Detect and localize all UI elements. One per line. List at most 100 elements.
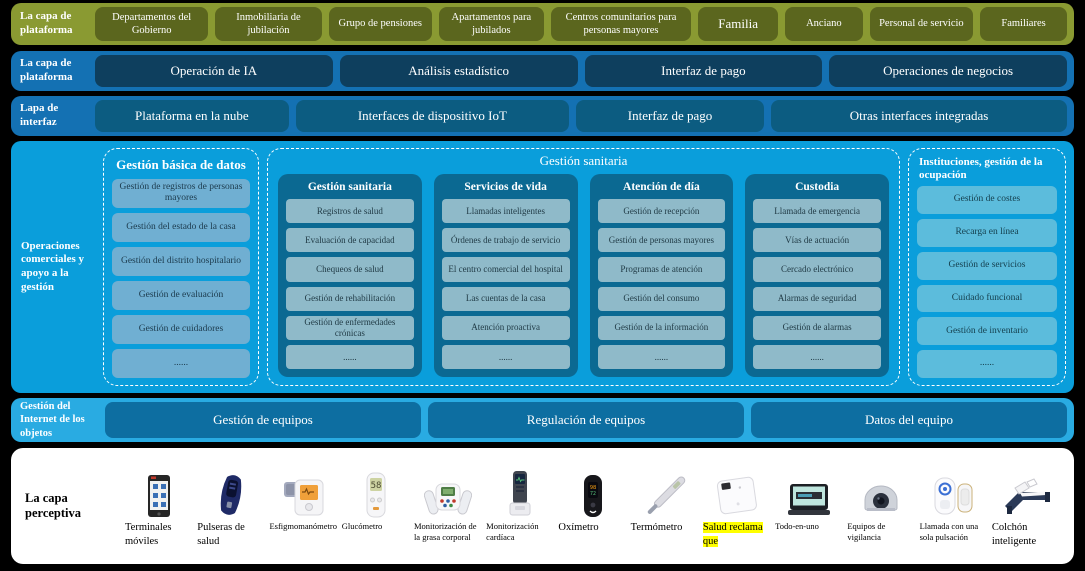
device-label: Monitorización cardíaca (484, 521, 556, 542)
basic-data-item: Gestión del distrito hospitalario (112, 247, 250, 276)
health-column-servicios: Servicios de vida Llamadas inteligentes … (434, 174, 578, 377)
health-item: Llamadas inteligentes (442, 199, 570, 223)
perception-layer-card: La capa perceptiva Terminales móviles Pu… (11, 448, 1074, 564)
device-list: Terminales móviles Pulseras de salud Esf… (123, 464, 1062, 547)
health-item: Gestión de enfermedades crónicas (286, 316, 414, 340)
platform-box-ia: Operación de IA (95, 55, 333, 87)
health-column-atencion: Atención de día Gestión de recepción Ges… (590, 174, 734, 377)
health-item: Gestión de alarmas (753, 316, 881, 340)
user-layer-boxes: Departamentos del Gobierno Inmobiliaria … (93, 3, 1074, 45)
architecture-diagram: La capa de plataforma Departamentos del … (0, 0, 1085, 571)
health-item: Gestión del consumo (598, 287, 726, 311)
user-box-familia: Familia (698, 7, 778, 41)
institutions-item: Cuidado funcional (917, 285, 1057, 313)
glucometer-icon: 58 (365, 464, 387, 518)
iot-box-datos: Datos del equipo (751, 402, 1067, 438)
body-fat-monitor-icon (424, 464, 472, 518)
interface-box-pago: Interfaz de pago (576, 100, 764, 132)
health-column-title: Atención de día (598, 177, 726, 199)
device-label: Pulseras de salud (195, 521, 267, 547)
health-column-title: Servicios de vida (442, 177, 570, 199)
iot-box-regulacion: Regulación de equipos (428, 402, 744, 438)
health-item: Llamada de emergencia (753, 199, 881, 223)
interface-box-iot: Interfaces de dispositivo IoT (296, 100, 569, 132)
health-item: Las cuentas de la casa (442, 287, 570, 311)
institutions-item: Recarga en línea (917, 219, 1057, 247)
health-item: Evaluación de capacidad (286, 228, 414, 252)
health-column-custodia: Custodia Llamada de emergencia Vías de a… (745, 174, 889, 377)
device-label: Oxímetro (556, 521, 628, 534)
platform-box-analisis: Análisis estadístico (340, 55, 578, 87)
interface-box-nube: Plataforma en la nube (95, 100, 289, 132)
thermometer-icon (643, 464, 687, 518)
health-item: Gestión de la información (598, 316, 726, 340)
health-item: El centro comercial del hospital (442, 257, 570, 281)
smart-scale-icon (715, 464, 759, 518)
device-smart-mattress: Colchón inteligente (990, 464, 1062, 547)
health-item: Vías de actuación (753, 228, 881, 252)
device-mobile-terminal: Terminales móviles (123, 464, 195, 547)
device-oximeter: 9872 Oxímetro (556, 464, 628, 534)
user-box-familiares: Familiares (980, 7, 1067, 41)
operations-layer-section: Operaciones comerciales y apoyo a la ges… (11, 141, 1074, 393)
interface-layer-label: Lapa de interfaz (11, 96, 93, 136)
surveillance-camera-icon (861, 464, 901, 518)
svg-text:72: 72 (590, 491, 596, 497)
user-box-pensiones: Grupo de pensiones (329, 7, 432, 41)
operations-layer-label: Operaciones comerciales y apoyo a la ges… (19, 148, 95, 386)
health-item: Gestión de recepción (598, 199, 726, 223)
institutions-item: Gestión de inventario (917, 317, 1057, 345)
health-item: Alarmas de seguridad (753, 287, 881, 311)
basic-data-item: Gestión de cuidadores (112, 315, 250, 344)
institutions-group: Instituciones, gestión de la ocupación G… (908, 148, 1066, 386)
health-columns: Gestión sanitaria Registros de salud Eva… (278, 174, 889, 377)
basic-data-title: Gestión básica de datos (112, 156, 250, 179)
device-label: Equipos de vigilancia (845, 521, 917, 542)
user-layer-label: La capa de plataforma (11, 3, 93, 45)
device-label: Glucómetro (340, 521, 412, 532)
health-item: ...... (286, 345, 414, 369)
institutions-title: Instituciones, gestión de la ocupación (917, 156, 1057, 186)
health-item: ...... (442, 345, 570, 369)
institutions-item: ...... (917, 350, 1057, 378)
health-column-sanitaria: Gestión sanitaria Registros de salud Eva… (278, 174, 422, 377)
interface-layer-boxes: Plataforma en la nube Interfaces de disp… (93, 96, 1074, 136)
health-column-title: Custodia (753, 177, 881, 199)
health-item: Registros de salud (286, 199, 414, 223)
platform-box-pago: Interfaz de pago (585, 55, 823, 87)
fitness-band-icon (214, 464, 248, 518)
institutions-item: Gestión de costes (917, 186, 1057, 214)
basic-data-item: Gestión de evaluación (112, 281, 250, 310)
device-cardiac-monitor: Monitorización cardíaca (484, 464, 556, 542)
user-layer-bar: La capa de plataforma Departamentos del … (11, 3, 1074, 45)
basic-data-item: Gestión del estado de la casa (112, 213, 250, 242)
user-box-centros: Centros comunitarios para personas mayor… (551, 7, 691, 41)
platform-box-negocios: Operaciones de negocios (829, 55, 1067, 87)
all-in-one-terminal-icon (786, 464, 832, 518)
health-item: ...... (753, 345, 881, 369)
user-box-anciano: Anciano (785, 7, 863, 41)
user-box-inmobiliaria: Inmobiliaria de jubilación (215, 7, 321, 41)
health-column-title: Gestión sanitaria (286, 177, 414, 199)
perception-layer-label: La capa perceptiva (19, 491, 123, 521)
device-label: Llamada con una sola pulsación (918, 521, 990, 542)
device-all-in-one: Todo-en-uno (773, 464, 845, 532)
device-one-touch-call: Llamada con una sola pulsación (918, 464, 990, 542)
device-label: Monitorización de la grasa corporal (412, 521, 484, 542)
device-label: Termómetro (629, 521, 701, 534)
smartphone-icon (146, 464, 172, 518)
iot-layer-label: Gestión del Internet de los objetos (11, 398, 103, 442)
health-item: Órdenes de trabajo de servicio (442, 228, 570, 252)
svg-text:58: 58 (370, 481, 381, 491)
health-item: Gestión de personas mayores (598, 228, 726, 252)
device-surveillance-camera: Equipos de vigilancia (845, 464, 917, 542)
health-management-title: Gestión sanitaria (278, 152, 889, 174)
health-item: Cercado electrónico (753, 257, 881, 281)
blood-pressure-monitor-icon (282, 464, 326, 518)
interface-box-otras: Otras interfaces integradas (771, 100, 1067, 132)
health-item: Gestión de rehabilitación (286, 287, 414, 311)
basic-data-item: ...... (112, 349, 250, 378)
device-label: Terminales móviles (123, 521, 195, 547)
cardiac-monitor-icon (507, 464, 533, 518)
iot-layer-boxes: Gestión de equipos Regulación de equipos… (103, 398, 1074, 442)
